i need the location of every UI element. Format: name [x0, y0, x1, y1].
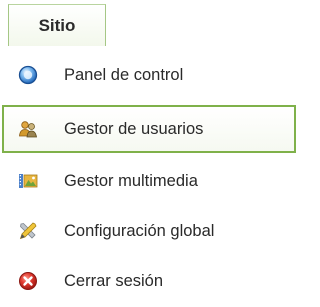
dropdown-menu: Panel de control Gestor de usuarios Gest…: [0, 45, 296, 307]
menu-item-panel-de-control[interactable]: Panel de control: [2, 51, 296, 99]
tools-icon: [19, 222, 37, 240]
menu-item-label: Gestor de usuarios: [64, 119, 204, 138]
menu-item-configuracion-global[interactable]: Configuración global: [2, 207, 296, 255]
logout-icon: [19, 272, 37, 290]
menu-item-label: Configuración global: [64, 221, 215, 240]
control-panel-icon: [18, 65, 38, 85]
users-icon: [19, 121, 37, 138]
menubar: Sitio: [0, 0, 296, 46]
menu-item-cerrar-sesion[interactable]: Cerrar sesión: [2, 257, 296, 305]
menu-tab-sitio[interactable]: Sitio: [8, 4, 106, 46]
menu-item-gestor-de-usuarios[interactable]: Gestor de usuarios: [2, 105, 296, 153]
media-icon: [19, 174, 38, 188]
menu-item-label: Panel de control: [64, 65, 184, 84]
menu-item-label: Cerrar sesión: [64, 271, 164, 290]
menu-item-gestor-multimedia[interactable]: Gestor multimedia: [2, 157, 296, 205]
menu-item-label: Gestor multimedia: [64, 171, 198, 190]
